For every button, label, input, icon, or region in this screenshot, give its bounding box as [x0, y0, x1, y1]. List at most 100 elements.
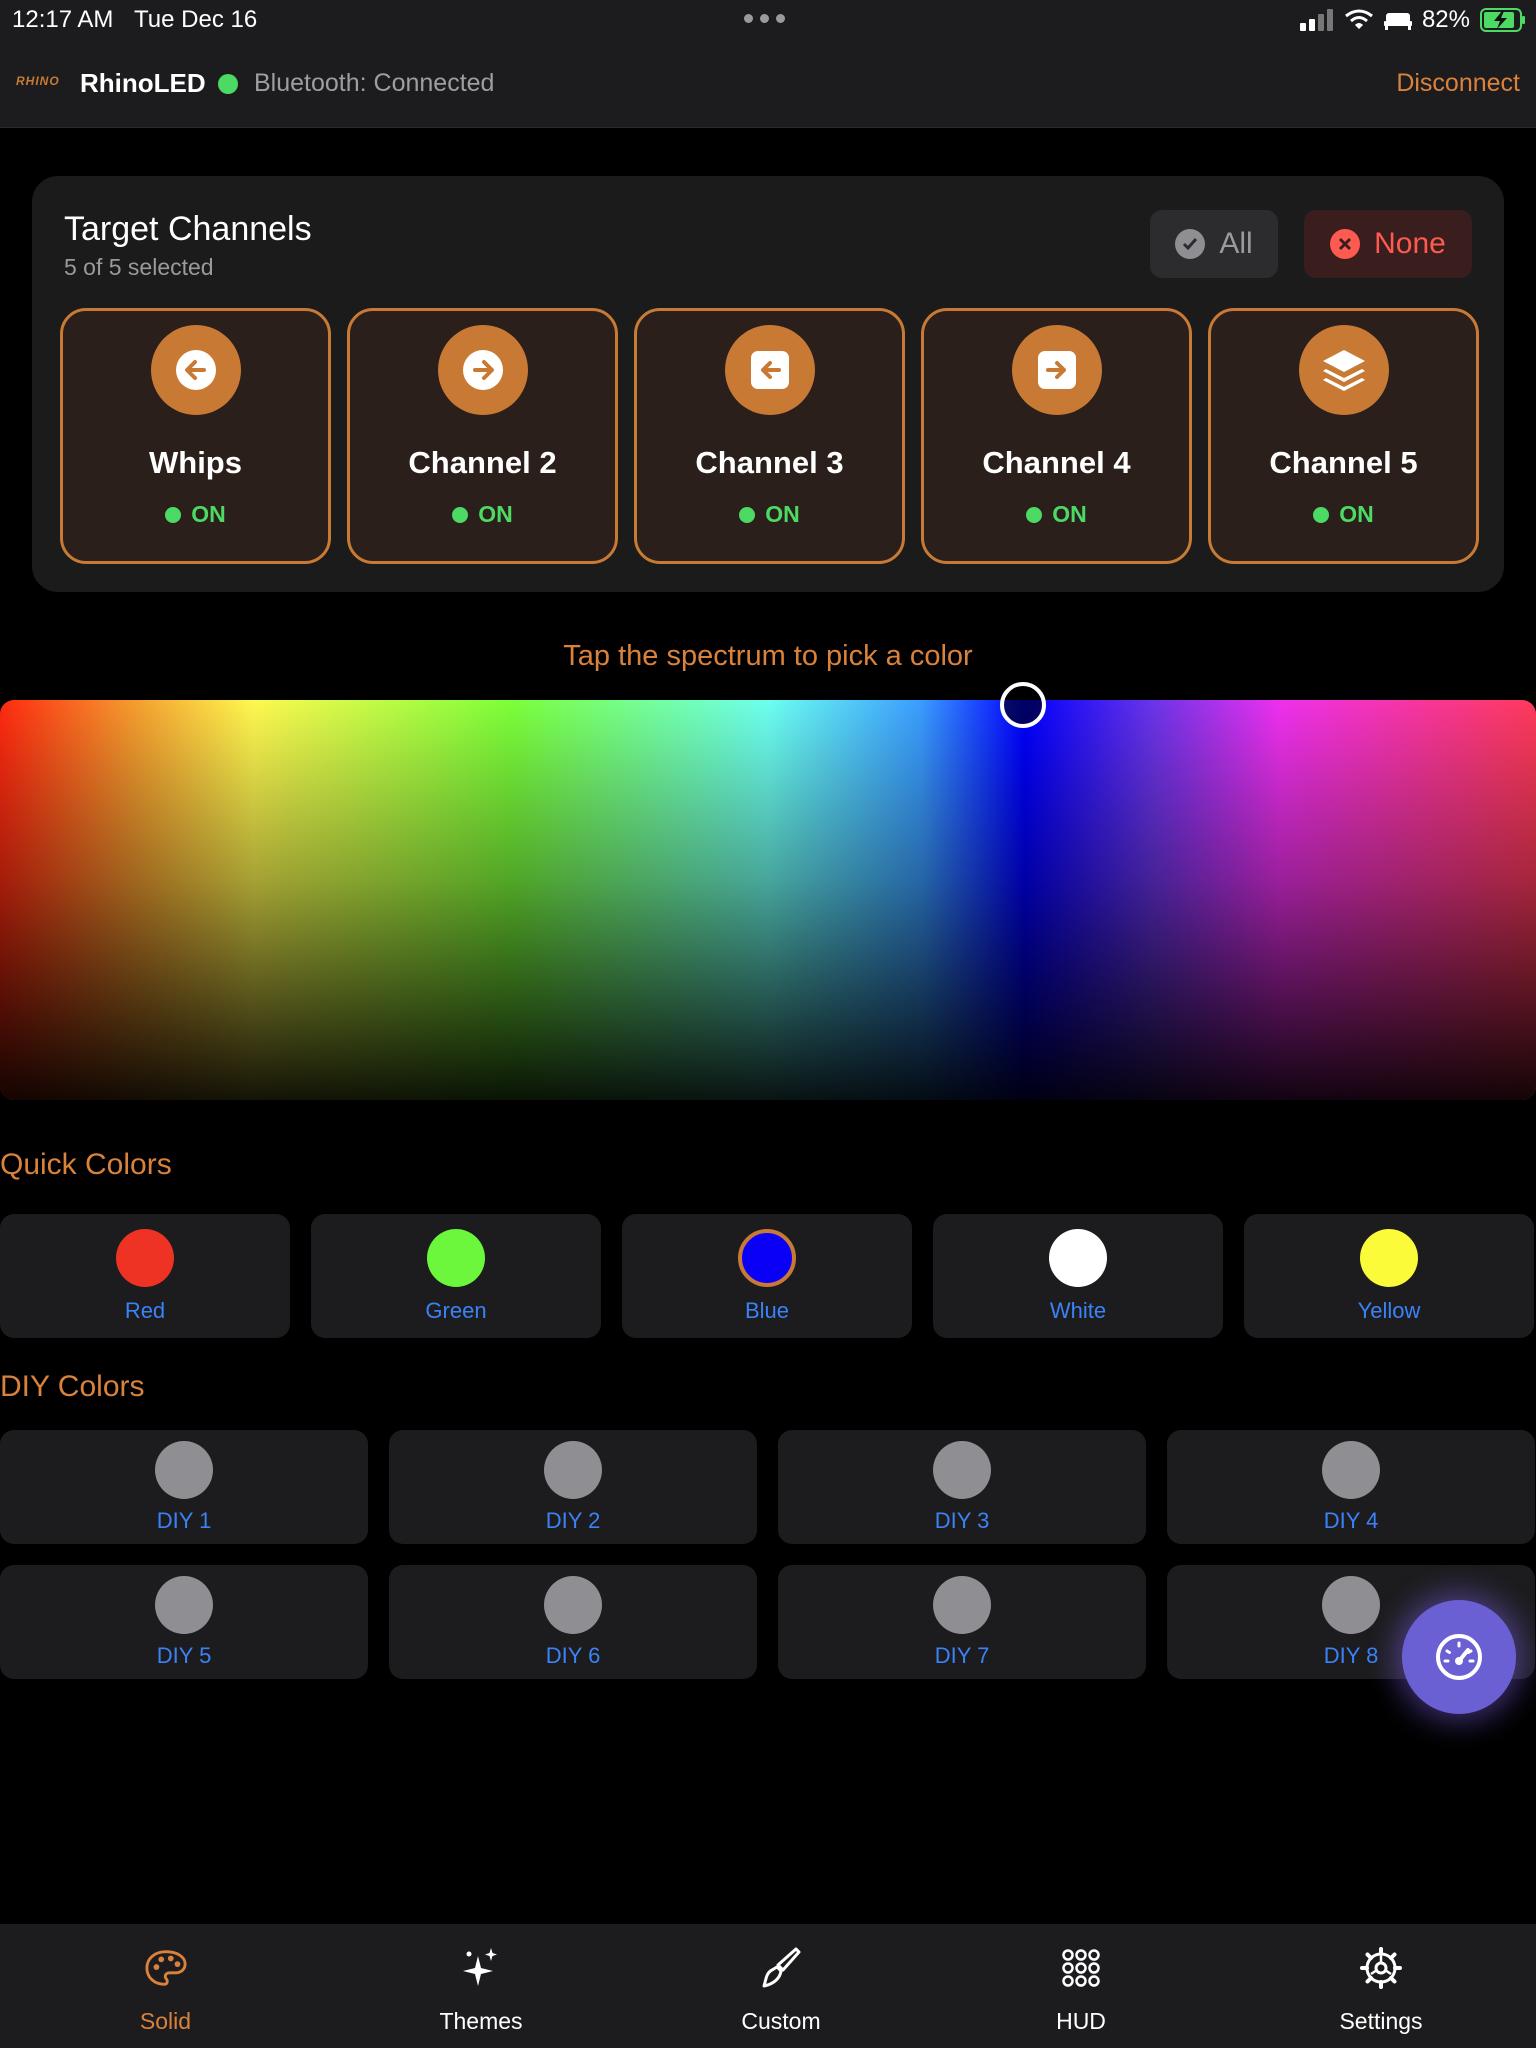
quick-color-red[interactable]: Red: [0, 1214, 290, 1338]
app-name: RhinoLED: [80, 68, 206, 98]
x-circle-icon: [1330, 229, 1361, 259]
channel-tile-2[interactable]: Channel 2 ON: [347, 308, 618, 564]
tab-custom[interactable]: Custom: [631, 1924, 931, 2048]
diy-colors-grid: DIY 1 DIY 2 DIY 3 DIY 4 DIY 5 DIY 6 DIY …: [0, 1430, 1535, 1679]
multitasking-dots-icon[interactable]: [744, 14, 785, 23]
channel-name: Channel 2: [408, 445, 557, 480]
diy-color-label: DIY 5: [156, 1643, 212, 1668]
color-swatch: [933, 1441, 991, 1499]
color-swatch-selected: [738, 1229, 796, 1287]
diy-colors-title: DIY Colors: [0, 1370, 145, 1403]
diy-color-6[interactable]: DIY 6: [389, 1565, 757, 1679]
diy-color-4[interactable]: DIY 4: [1167, 1430, 1535, 1544]
channel-tile-3[interactable]: Channel 3 ON: [634, 308, 905, 564]
diy-color-2[interactable]: DIY 2: [389, 1430, 757, 1544]
quick-colors-list: Red Green Blue White Yellow: [0, 1214, 1534, 1338]
diy-color-label: DIY 6: [545, 1643, 601, 1668]
speedometer-fab-button[interactable]: [1402, 1600, 1516, 1714]
diy-color-label: DIY 4: [1323, 1508, 1379, 1533]
disconnect-button[interactable]: Disconnect: [1396, 69, 1520, 98]
battery-percent: 82%: [1421, 6, 1470, 33]
target-channels-subtitle: 5 of 5 selected: [64, 254, 214, 280]
tab-label: Custom: [741, 2008, 821, 2034]
tab-settings[interactable]: Settings: [1231, 1924, 1531, 2048]
channel-status: ON: [637, 501, 902, 528]
status-time: 12:17 AM: [12, 6, 114, 33]
quick-color-green[interactable]: Green: [311, 1214, 601, 1338]
quick-color-label: Green: [425, 1298, 487, 1323]
arrow-left-square-icon: [724, 325, 815, 415]
color-swatch: [1322, 1441, 1380, 1499]
diy-color-7[interactable]: DIY 7: [778, 1565, 1146, 1679]
channel-tile-whips[interactable]: Whips ON: [60, 308, 331, 564]
quick-colors-title: Quick Colors: [0, 1148, 172, 1181]
diy-color-label: DIY 1: [156, 1508, 212, 1533]
checkmark-circle-icon: [1175, 229, 1206, 259]
tab-hud[interactable]: HUD: [931, 1924, 1231, 2048]
tab-label: Solid: [139, 2008, 192, 2034]
channel-status: ON: [1211, 501, 1476, 528]
channel-name: Channel 5: [1269, 445, 1418, 480]
channel-list: Whips ON Channel 2 ON Channel 3 ON Chann…: [60, 308, 1479, 564]
color-swatch: [933, 1576, 991, 1634]
diy-color-label: DIY 7: [934, 1643, 990, 1668]
select-none-label: None: [1374, 227, 1446, 260]
paintbrush-icon: [759, 1946, 803, 1990]
arrow-left-circle-icon: [150, 325, 241, 415]
channel-name: Channel 4: [982, 445, 1131, 480]
status-date: Tue Dec 16: [134, 6, 258, 33]
gear-icon: [1359, 1946, 1403, 1990]
bluetooth-status-dot: [218, 74, 238, 94]
sleep-bed-icon: [1383, 13, 1412, 30]
status-icons: 82%: [1299, 6, 1526, 34]
sparkles-icon: [459, 1946, 503, 1990]
channel-name: Channel 3: [695, 445, 844, 480]
select-all-button[interactable]: All: [1150, 210, 1278, 278]
tab-label: Themes: [439, 2008, 523, 2034]
color-swatch: [1322, 1576, 1380, 1634]
quick-color-label: Yellow: [1357, 1298, 1421, 1323]
app-header: RHINO RhinoLED Bluetooth: Connected Disc…: [0, 40, 1536, 128]
tab-solid[interactable]: Solid: [0, 1924, 331, 2048]
layers-icon: [1298, 325, 1389, 415]
tab-label: Settings: [1339, 2008, 1423, 2034]
spectrum-selection-handle[interactable]: [1000, 682, 1046, 728]
channel-tile-5[interactable]: Channel 5 ON: [1208, 308, 1479, 564]
select-none-button[interactable]: None: [1304, 210, 1472, 278]
tab-themes[interactable]: Themes: [331, 1924, 631, 2048]
channel-status: ON: [924, 501, 1189, 528]
diy-color-5[interactable]: DIY 5: [0, 1565, 368, 1679]
palette-icon: [144, 1946, 188, 1990]
color-swatch: [1360, 1229, 1418, 1287]
color-spectrum-picker[interactable]: [0, 700, 1536, 1100]
grid-dots-icon: [1059, 1946, 1103, 1990]
cellular-signal-icon: [1299, 9, 1333, 31]
speedometer-icon: [1436, 1634, 1482, 1680]
color-swatch: [544, 1576, 602, 1634]
battery-charging-icon: [1480, 8, 1525, 32]
diy-color-label: DIY 2: [545, 1508, 601, 1533]
quick-color-blue[interactable]: Blue: [622, 1214, 912, 1338]
color-swatch: [116, 1229, 174, 1287]
diy-color-1[interactable]: DIY 1: [0, 1430, 368, 1544]
tab-label: HUD: [1056, 2008, 1106, 2034]
bluetooth-status-text: Bluetooth: Connected: [254, 69, 495, 97]
diy-color-3[interactable]: DIY 3: [778, 1430, 1146, 1544]
arrow-right-circle-icon: [437, 325, 528, 415]
quick-color-label: Red: [124, 1298, 166, 1323]
color-swatch: [155, 1576, 213, 1634]
channel-status: ON: [63, 501, 328, 528]
spectrum-hint: Tap the spectrum to pick a color: [563, 640, 973, 672]
select-all-label: All: [1219, 227, 1253, 260]
channel-status: ON: [350, 501, 615, 528]
channel-tile-4[interactable]: Channel 4 ON: [921, 308, 1192, 564]
color-swatch: [155, 1441, 213, 1499]
color-swatch: [544, 1441, 602, 1499]
quick-color-label: Blue: [744, 1298, 790, 1323]
quick-color-white[interactable]: White: [933, 1214, 1223, 1338]
color-swatch: [427, 1229, 485, 1287]
target-channels-title: Target Channels: [64, 210, 312, 248]
status-bar: 12:17 AM Tue Dec 16 82%: [0, 0, 1536, 40]
quick-color-yellow[interactable]: Yellow: [1244, 1214, 1534, 1338]
diy-color-label: DIY 3: [934, 1508, 990, 1533]
